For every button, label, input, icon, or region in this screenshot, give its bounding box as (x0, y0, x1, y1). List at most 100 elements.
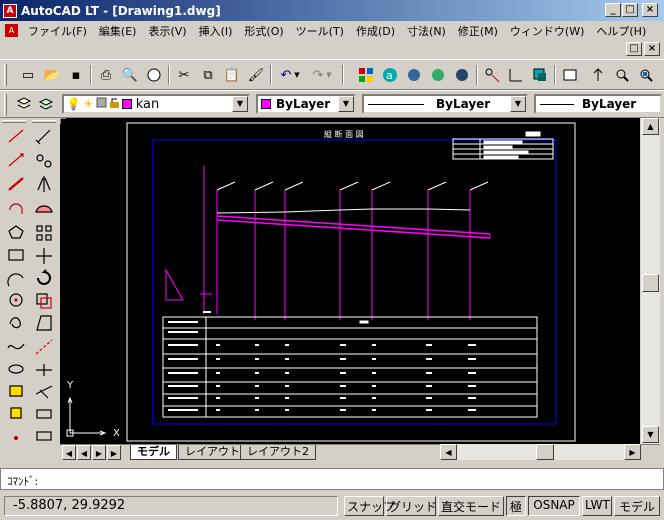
tab-first-icon[interactable]: ◀ (62, 445, 76, 460)
design-center-icon[interactable] (356, 65, 376, 85)
menu-window[interactable]: ウィンドウ(W) (504, 23, 590, 39)
circle-icon[interactable] (5, 289, 27, 311)
linetype-dropdown[interactable]: ByLayer ▼ (362, 94, 528, 114)
undo-dropdown-icon[interactable]: ▼ (292, 65, 302, 85)
chamfer-icon[interactable] (33, 402, 55, 424)
web-icon[interactable] (452, 65, 472, 85)
internet-icon[interactable] (428, 65, 448, 85)
print-icon[interactable]: ⎙ (96, 65, 116, 85)
match-properties-icon[interactable]: 🖌 (246, 65, 266, 85)
zoom-realtime-icon[interactable] (612, 65, 632, 85)
drawing-area[interactable]: 縦 断 面 図 Y X (60, 118, 640, 444)
autodesk-icon[interactable]: a (380, 65, 400, 85)
menu-dimension[interactable]: 寸法(N) (401, 23, 452, 39)
tab-last-icon[interactable]: ▶ (107, 445, 121, 460)
fillet-icon[interactable] (33, 424, 55, 446)
insert-block-icon[interactable] (5, 380, 27, 402)
arc-polyline-icon[interactable] (5, 197, 27, 219)
toolbar-grip[interactable] (4, 94, 7, 116)
menu-file[interactable]: ファイル(F) (22, 23, 93, 39)
mdi-restore-button[interactable]: □ (626, 42, 642, 56)
save-icon[interactable]: ▪ (66, 65, 86, 85)
toolbar-grip[interactable] (4, 64, 7, 86)
arc-icon[interactable] (5, 269, 27, 291)
properties-icon[interactable] (530, 65, 550, 85)
revision-cloud-icon[interactable] (5, 313, 27, 335)
scroll-right-icon[interactable]: ▶ (624, 444, 641, 460)
chevron-down-icon[interactable]: ▼ (510, 96, 526, 112)
mirror-icon[interactable] (33, 173, 55, 195)
layer-dropdown[interactable]: 💡 ☀ kan ▼ (62, 94, 250, 114)
menu-modify[interactable]: 修正(M) (452, 23, 504, 39)
open-icon[interactable]: 📂 (42, 65, 62, 85)
extend-icon[interactable] (33, 358, 55, 380)
point-icon[interactable] (5, 427, 27, 449)
osnap-toggle[interactable]: OSNAP (528, 496, 580, 516)
tab-next-icon[interactable]: ▶ (92, 445, 106, 460)
tool-palette-icon[interactable] (404, 65, 424, 85)
minimize-button[interactable]: _ (605, 3, 621, 17)
polyline-icon[interactable] (5, 173, 27, 195)
snap-toggle[interactable]: スナップ (344, 496, 395, 516)
rotate-icon[interactable] (33, 267, 55, 289)
pan-icon[interactable] (588, 65, 608, 85)
paste-icon[interactable]: 📋 (222, 65, 242, 85)
grid-toggle[interactable]: グリッド (386, 496, 437, 516)
layer-manager-icon[interactable] (14, 94, 34, 114)
scroll-down-icon[interactable]: ▼ (642, 426, 659, 443)
menu-edit[interactable]: 編集(E) (93, 23, 143, 39)
new-icon[interactable]: ▭ (18, 65, 38, 85)
preview-icon[interactable]: 🔍 (120, 65, 140, 85)
spline-icon[interactable] (5, 337, 27, 359)
construction-line-icon[interactable] (5, 149, 27, 171)
erase-icon[interactable] (33, 125, 55, 147)
maximize-button[interactable]: □ (622, 3, 638, 17)
array-icon[interactable] (33, 221, 55, 243)
zoom-window-icon[interactable] (636, 65, 656, 85)
ucs-icon[interactable] (506, 65, 526, 85)
break-icon[interactable] (33, 380, 55, 402)
tab-prev-icon[interactable]: ◀ (77, 445, 91, 460)
tab-layout2[interactable]: レイアウト2 (240, 445, 316, 460)
app-icon[interactable]: A (3, 3, 17, 18)
color-dropdown[interactable]: ByLayer ▼ (256, 94, 356, 114)
polygon-icon[interactable] (5, 221, 27, 243)
polar-toggle[interactable]: 極 (506, 496, 526, 516)
vertical-scroll-thumb[interactable] (642, 274, 659, 292)
ortho-toggle[interactable]: 直交モード (438, 496, 504, 516)
trim-icon[interactable] (33, 337, 55, 359)
lineweight-dropdown[interactable]: ByLayer (534, 94, 662, 114)
menu-format[interactable]: 形式(O) (238, 23, 289, 39)
menu-tools[interactable]: ツール(T) (290, 23, 350, 39)
close-button[interactable]: × (642, 3, 658, 17)
chevron-down-icon[interactable]: ▼ (232, 96, 248, 112)
ellipse-icon[interactable] (5, 358, 27, 380)
menu-view[interactable]: 表示(V) (142, 23, 192, 39)
offset-icon[interactable] (33, 197, 55, 219)
document-icon[interactable]: A (5, 24, 18, 37)
publish-icon[interactable] (144, 65, 164, 85)
horizontal-scroll-thumb[interactable] (536, 444, 554, 460)
stretch-icon[interactable] (33, 313, 55, 335)
menu-help[interactable]: ヘルプ(H) (590, 23, 652, 39)
scale-icon[interactable] (33, 289, 55, 311)
menu-draw[interactable]: 作成(D) (350, 23, 401, 39)
mdi-close-button[interactable]: × (644, 42, 660, 56)
rectangle-icon[interactable] (5, 245, 27, 267)
scroll-left-icon[interactable]: ◀ (440, 444, 457, 460)
scroll-up-icon[interactable]: ▲ (642, 118, 659, 135)
horizontal-scrollbar[interactable]: ◀ ▶ (440, 444, 641, 460)
osnap-icon[interactable] (482, 65, 502, 85)
copy-object-icon[interactable] (33, 149, 55, 171)
command-line[interactable]: ｺﾏﾝﾄﾞ: (0, 468, 664, 490)
layer-previous-icon[interactable] (36, 94, 56, 114)
named-views-icon[interactable] (560, 65, 580, 85)
copy-icon[interactable]: ⧉ (198, 65, 218, 85)
line-tool-icon[interactable] (5, 125, 27, 147)
make-block-icon[interactable] (5, 402, 27, 424)
lwt-toggle[interactable]: LWT (582, 496, 612, 516)
redo-dropdown-icon[interactable]: ▼ (324, 65, 334, 85)
vertical-scrollbar[interactable]: ▲ ▼ (641, 118, 660, 444)
tab-model[interactable]: モデル (130, 445, 177, 460)
move-icon[interactable] (33, 245, 55, 267)
